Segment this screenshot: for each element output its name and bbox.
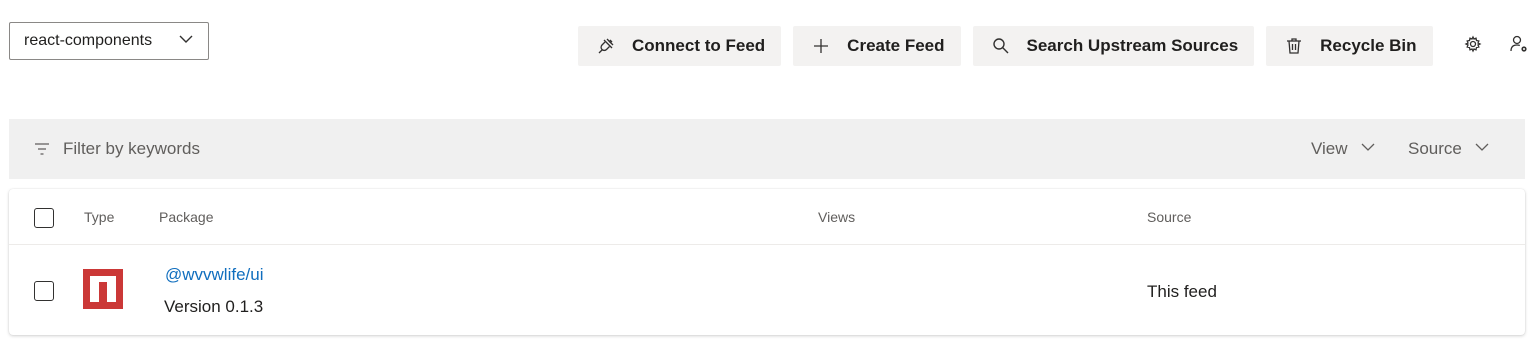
connect-to-feed-label: Connect to Feed — [632, 36, 766, 55]
chevron-down-icon — [1348, 139, 1376, 160]
plug-icon — [596, 36, 616, 56]
table-header: Type Package Views Source — [9, 189, 1525, 245]
column-header-type[interactable]: Type — [84, 209, 114, 225]
column-header-package[interactable]: Package — [159, 209, 213, 225]
column-header-views[interactable]: Views — [818, 209, 855, 225]
column-header-source[interactable]: Source — [1147, 209, 1191, 225]
settings-button[interactable] — [1455, 26, 1491, 66]
npm-icon — [83, 269, 123, 309]
select-all-checkbox[interactable] — [34, 208, 54, 228]
create-feed-button[interactable]: Create Feed — [793, 26, 961, 66]
chevron-down-icon — [178, 31, 194, 52]
chevron-down-icon — [1462, 139, 1490, 160]
source-dropdown[interactable]: Source — [1408, 119, 1490, 179]
search-icon — [991, 36, 1011, 56]
search-upstream-sources-label: Search Upstream Sources — [1026, 36, 1239, 55]
trash-icon — [1284, 36, 1304, 56]
filter-bar: Filter by keywords View Source — [9, 119, 1525, 179]
row-checkbox[interactable] — [34, 281, 54, 301]
recycle-bin-label: Recycle Bin — [1320, 36, 1417, 55]
filter-keywords-input[interactable]: Filter by keywords — [63, 139, 200, 159]
filter-icon — [33, 140, 51, 158]
package-version: Version 0.1.3 — [164, 297, 264, 316]
source-dropdown-label: Source — [1408, 139, 1462, 158]
view-dropdown[interactable]: View — [1311, 119, 1376, 179]
view-dropdown-label: View — [1311, 139, 1348, 158]
create-feed-label: Create Feed — [847, 36, 945, 55]
toolbar: Connect to Feed Create Feed Search Upstr… — [578, 26, 1535, 66]
plus-icon — [811, 36, 831, 56]
table-row[interactable]: @wvvwlife/ui Version 0.1.3 This feed — [9, 245, 1525, 335]
packages-table: Type Package Views Source @wvvwlife/ui V… — [9, 189, 1525, 335]
recycle-bin-button[interactable]: Recycle Bin — [1266, 26, 1433, 66]
feed-selector-value: react-components — [24, 32, 153, 49]
feed-selector[interactable]: react-components — [9, 22, 209, 60]
gear-icon — [1463, 34, 1483, 59]
connect-to-feed-button[interactable]: Connect to Feed — [578, 26, 782, 66]
package-source: This feed — [1147, 282, 1217, 301]
package-name-link[interactable]: @wvvwlife/ui — [165, 265, 264, 285]
search-upstream-sources-button[interactable]: Search Upstream Sources — [972, 26, 1255, 66]
permissions-button[interactable] — [1501, 26, 1535, 66]
user-settings-icon — [1509, 34, 1529, 59]
